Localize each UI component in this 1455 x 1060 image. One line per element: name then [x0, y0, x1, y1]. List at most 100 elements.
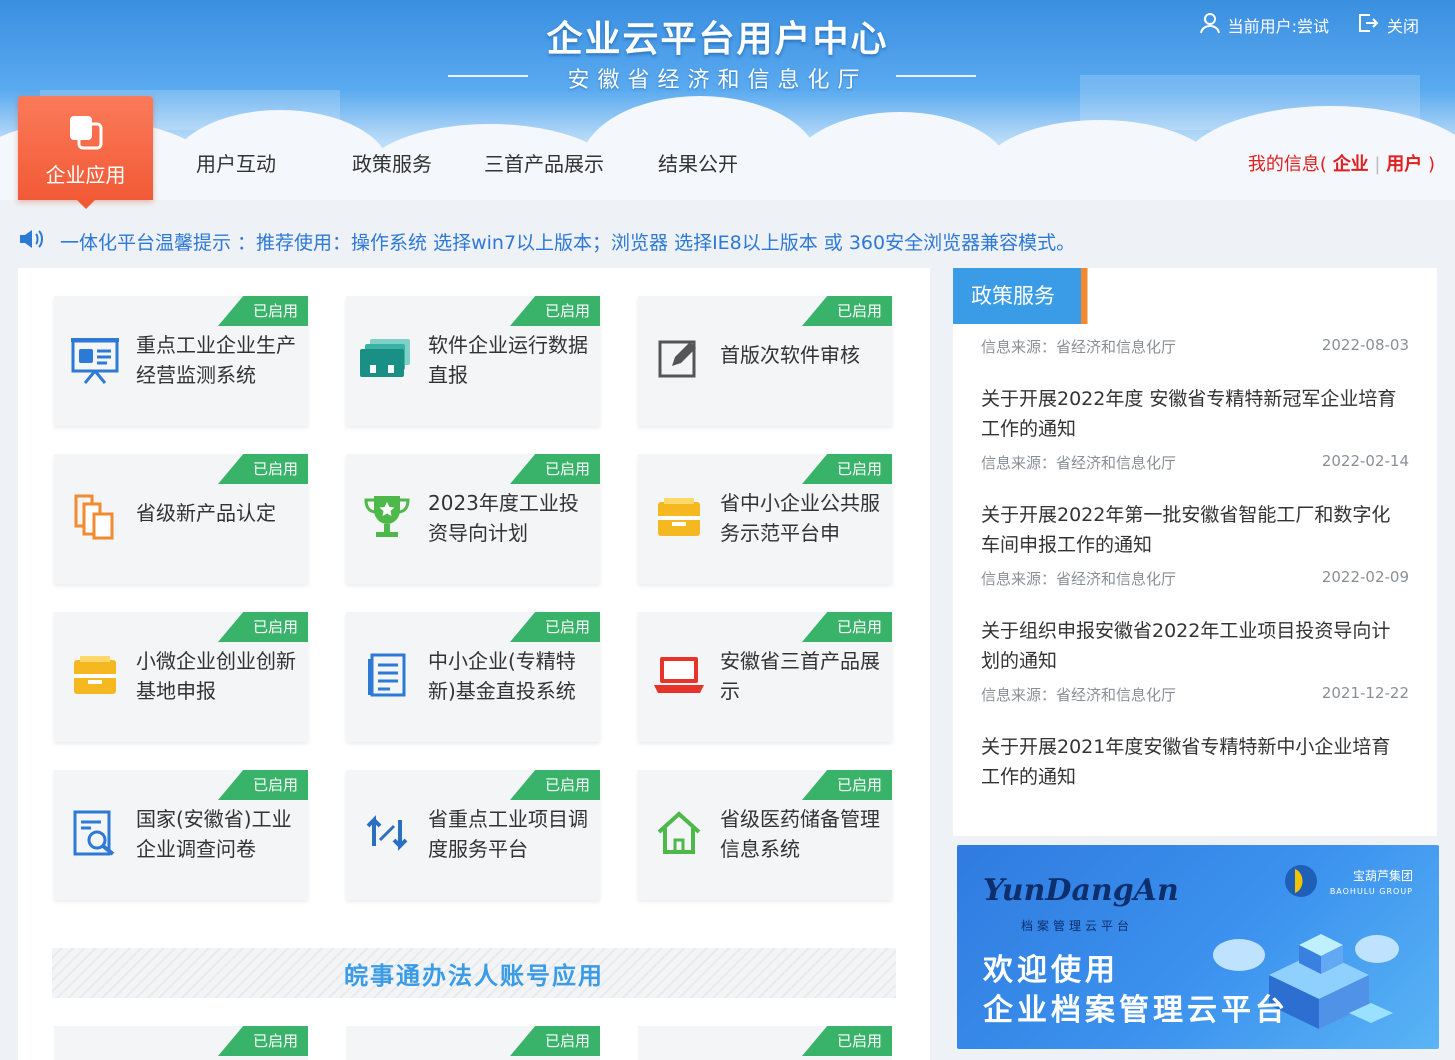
current-user-label: 当前用户:尝试	[1227, 17, 1329, 36]
enabled-badge: 已启用	[802, 770, 892, 800]
enterprise-apps-panel: 已启用 重点工业企业生产经营监测系统 已启用 软件企业运行数据直报 已启用 首版…	[18, 268, 930, 1060]
tab-enterprise-apps-label: 企业应用	[45, 163, 126, 187]
banner-welcome: 欢迎使用	[983, 953, 1119, 988]
app-name: 省重点工业项目调度服务平台	[428, 807, 588, 861]
news-date: 2021-12-22	[1321, 684, 1409, 702]
enabled-badge: 已启用	[802, 296, 892, 326]
news-date: 2022-02-14	[1321, 452, 1409, 470]
my-info-enterprise-link[interactable]: 企业	[1333, 154, 1369, 175]
group-name-en: BAOHULU GROUP	[1329, 887, 1413, 896]
news-source: 信息来源：省经济和信息化厅	[981, 338, 1177, 356]
news-item-title[interactable]: 关于组织申报安徽省2022年工业项目投资导向计划的通知	[981, 616, 1409, 676]
page-subtitle: 安徽省经济和信息化厅	[567, 68, 868, 93]
app-tile[interactable]: 已启用 安徽省三首产品展示	[638, 612, 892, 742]
cloud-decoration	[790, 112, 1010, 200]
policy-tab-label: 政策服务	[971, 284, 1055, 308]
news-source: 信息来源：省经济和信息化厅	[981, 686, 1177, 704]
folders-icon	[360, 332, 414, 386]
enabled-badge: 已启用	[218, 296, 308, 326]
apps-icon	[66, 112, 106, 156]
edit-icon	[652, 332, 706, 386]
tray-icon	[68, 648, 122, 702]
tab-policy-service[interactable]: 政策服务	[352, 148, 432, 177]
enabled-badge: 已启用	[510, 454, 600, 484]
yundangan-logo: YunDangAn	[983, 873, 1179, 908]
app-name: 重点工业企业生产经营监测系统	[136, 333, 296, 387]
my-info-suffix: )	[1427, 154, 1435, 175]
app-tile[interactable]: 已启用 中小企业(专精特新)基金直投系统	[346, 612, 600, 742]
app-tile[interactable]: 已启用 小微企业创业创新基地申报	[54, 612, 308, 742]
app-tile[interactable]: 已启用	[638, 1026, 892, 1060]
news-source-row: 信息来源：省经济和信息化厅 2022-08-03	[981, 336, 1409, 357]
app-name: 安徽省三首产品展示	[720, 649, 880, 703]
policy-service-panel: 政策服务 信息来源：省经济和信息化厅 2022-08-03 关于开展2022年度…	[953, 268, 1437, 836]
enabled-badge: 已启用	[510, 1026, 600, 1056]
app-tile[interactable]: 已启用 首版次软件审核	[638, 296, 892, 426]
logout-icon	[1357, 12, 1379, 38]
app-tile[interactable]: 已启用	[54, 1026, 308, 1060]
app-tile[interactable]: 已启用 省重点工业项目调度服务平台	[346, 770, 600, 900]
group-logo-icon	[1285, 865, 1317, 897]
news-date: 2022-08-03	[1321, 336, 1409, 354]
tray-icon	[652, 490, 706, 544]
laptop-icon	[652, 648, 706, 702]
document-icon	[360, 648, 414, 702]
user-icon	[1199, 12, 1220, 38]
enabled-badge: 已启用	[802, 612, 892, 642]
app-tile[interactable]: 已启用	[346, 1026, 600, 1060]
news-item-title[interactable]: 关于开展2022年第一批安徽省智能工厂和数字化车间申报工作的通知	[981, 500, 1409, 560]
app-name: 首版次软件审核	[720, 343, 860, 367]
enabled-badge: 已启用	[218, 1026, 308, 1056]
app-name: 省中小企业公共服务示范平台申	[720, 491, 880, 545]
my-info-separator: |	[1374, 154, 1381, 175]
app-name: 中小企业(专精特新)基金直投系统	[428, 649, 576, 703]
sync-icon	[360, 806, 414, 860]
logo-subtitle: 档案管理云平台	[1021, 919, 1134, 933]
policy-tab[interactable]: 政策服务	[953, 268, 1113, 324]
tab-product-display[interactable]: 三首产品展示	[484, 148, 604, 177]
tab-user-interaction[interactable]: 用户互动	[196, 148, 276, 177]
enabled-badge: 已启用	[510, 612, 600, 642]
news-source-row: 信息来源：省经济和信息化厅 2022-02-09	[981, 568, 1409, 589]
trophy-icon	[360, 490, 414, 544]
app-tile[interactable]: 已启用 省级医药储备管理信息系统	[638, 770, 892, 900]
enabled-badge: 已启用	[218, 770, 308, 800]
app-tile[interactable]: 已启用 省中小企业公共服务示范平台申	[638, 454, 892, 584]
my-info-user-link[interactable]: 用户	[1386, 154, 1422, 175]
app-name: 2023年度工业投资导向计划	[428, 491, 579, 545]
notice-text: 一体化平台温馨提示 ：推荐使用：操作系统 选择win7以上版本；浏览器 选择IE…	[60, 231, 1076, 254]
tab-enterprise-apps[interactable]: 企业应用	[18, 96, 153, 209]
app-tile[interactable]: 已启用 国家(安徽省)工业企业调查问卷	[54, 770, 308, 900]
group-name-cn: 宝葫芦集团	[1352, 869, 1413, 883]
app-name: 小微企业创业创新基地申报	[136, 649, 296, 703]
news-source-row: 信息来源：省经济和信息化厅 2021-12-22	[981, 684, 1409, 705]
enabled-badge: 已启用	[218, 454, 308, 484]
app-tile[interactable]: 已启用 重点工业企业生产经营监测系统	[54, 296, 308, 426]
app-name: 国家(安徽省)工业企业调查问卷	[136, 807, 292, 861]
news-item-title[interactable]: 关于开展2022年度 安徽省专精特新冠军企业培育工作的通知	[981, 384, 1409, 444]
enabled-badge: 已启用	[510, 770, 600, 800]
my-info: 我的信息( 企业 | 用户 )	[1248, 150, 1435, 176]
current-user[interactable]: 当前用户:尝试	[1199, 12, 1329, 38]
enabled-badge: 已启用	[218, 612, 308, 642]
monitor-board-icon	[68, 332, 122, 386]
news-item-title[interactable]: 关于开展2021年度安徽省专精特新中小企业培育工作的通知	[981, 732, 1409, 792]
group-name: 宝葫芦集团 BAOHULU GROUP	[1330, 869, 1413, 899]
banner-platform-name: 企业档案管理云平台	[983, 993, 1289, 1028]
tab-results-public[interactable]: 结果公开	[658, 148, 738, 177]
app-name: 省级医药储备管理信息系统	[720, 807, 880, 861]
my-info-prefix: 我的信息(	[1247, 154, 1327, 175]
app-tile[interactable]: 已启用 2023年度工业投资导向计划	[346, 454, 600, 584]
close-button[interactable]: 关闭	[1357, 12, 1419, 38]
news-source: 信息来源：省经济和信息化厅	[981, 570, 1177, 588]
enabled-badge: 已启用	[802, 454, 892, 484]
search-doc-icon	[68, 806, 122, 860]
copy-icon	[68, 490, 122, 544]
top-right-actions: 当前用户:尝试 关闭	[1199, 12, 1419, 38]
news-source: 信息来源：省经济和信息化厅	[981, 454, 1177, 472]
app-tile[interactable]: 已启用 省级新产品认定	[54, 454, 308, 584]
app-tile[interactable]: 已启用 软件企业运行数据直报	[346, 296, 600, 426]
enabled-badge: 已启用	[802, 1026, 892, 1056]
news-source-row: 信息来源：省经济和信息化厅 2022-02-14	[981, 452, 1409, 473]
archive-platform-banner[interactable]: 宝葫芦集团 BAOHULU GROUP YunDangAn 档案管理云平台 欢迎…	[957, 845, 1439, 1049]
